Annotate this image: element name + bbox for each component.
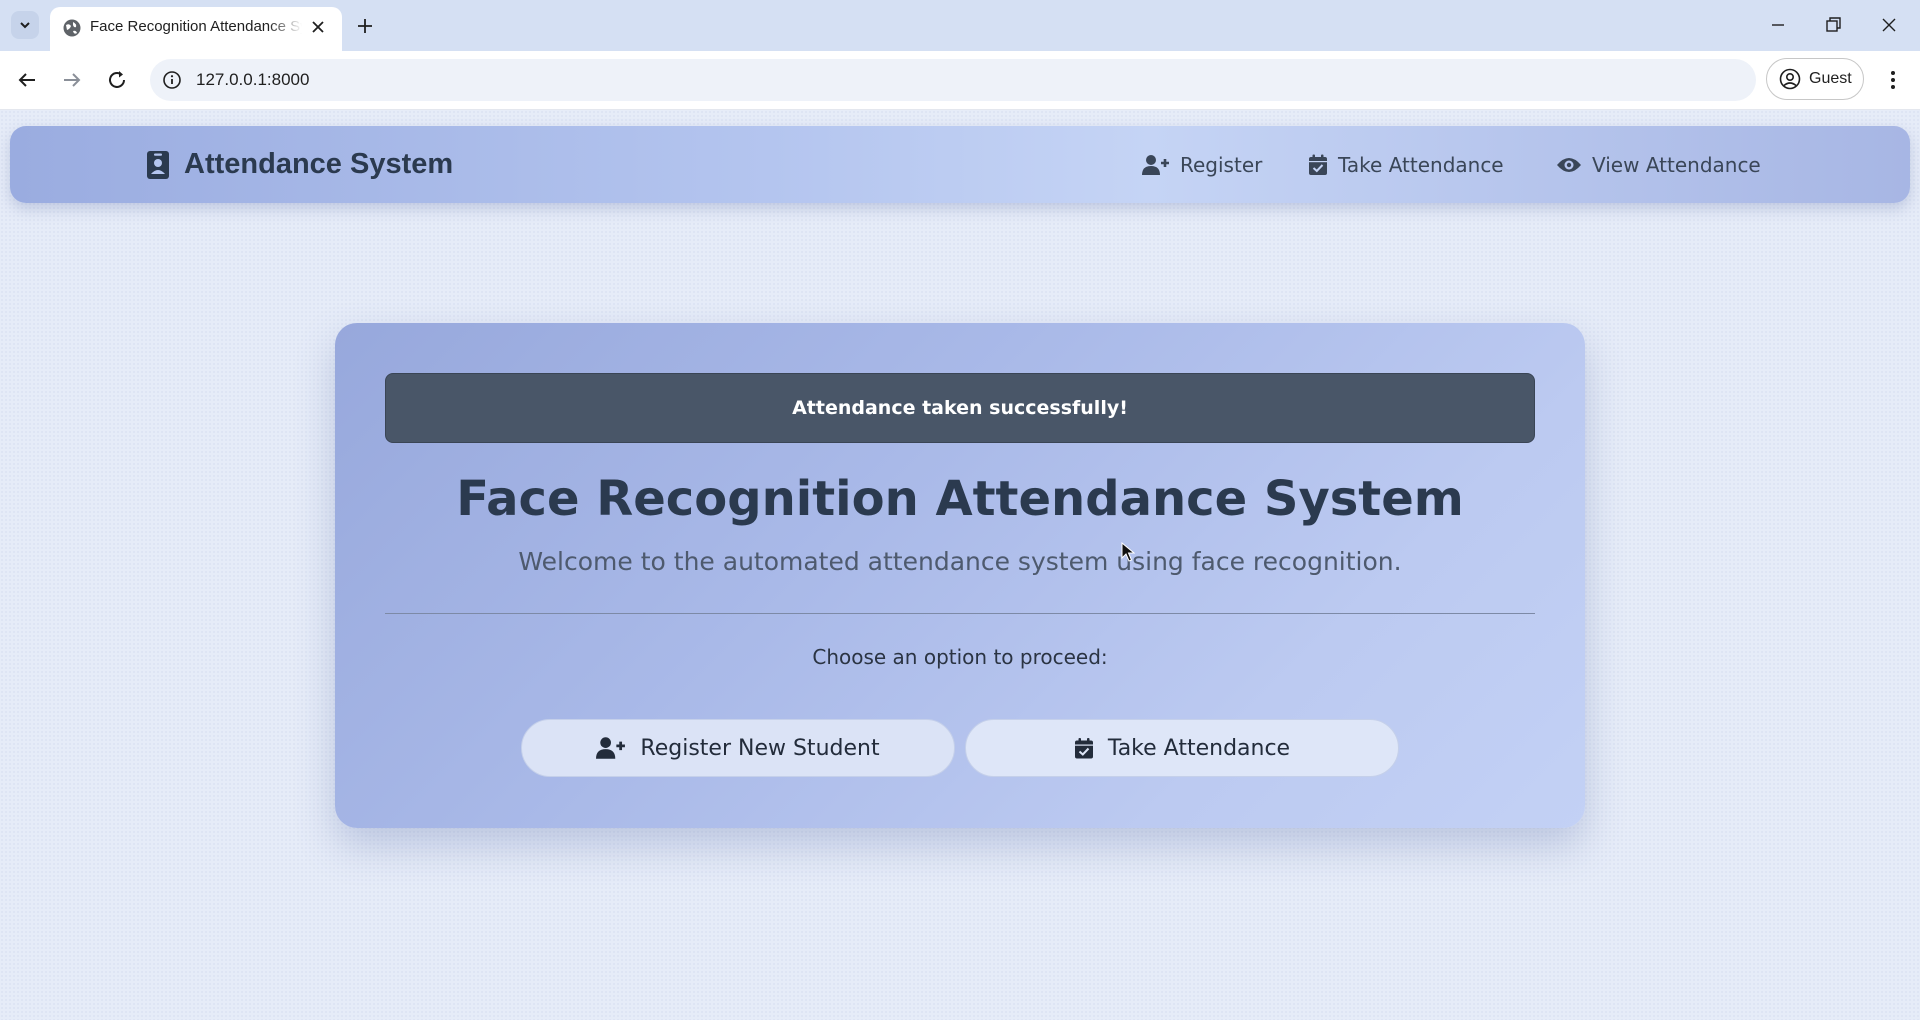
register-student-button[interactable]: Register New Student <box>521 719 955 777</box>
tab-title: Face Recognition Attendance System <box>90 18 302 35</box>
eye-icon <box>1557 157 1581 172</box>
info-icon[interactable] <box>162 70 182 90</box>
plus-icon[interactable] <box>354 15 376 37</box>
button-label: Take Attendance <box>1107 735 1291 761</box>
main-card: Attendance taken successfully! Face Reco… <box>335 323 1585 828</box>
page-body: Attendance System Register Take Attendan… <box>0 110 1920 1020</box>
user-plus-icon <box>596 737 626 759</box>
chevron-down-icon <box>20 22 30 29</box>
close-icon[interactable] <box>308 17 328 37</box>
page-title: Face Recognition Attendance System <box>456 471 1464 527</box>
user-plus-icon <box>1142 154 1169 175</box>
success-alert: Attendance taken successfully! <box>385 373 1535 443</box>
page-subtitle: Welcome to the automated attendance syst… <box>518 547 1402 576</box>
nav-label: Register <box>1180 152 1263 177</box>
reload-icon[interactable] <box>105 68 129 92</box>
nav-label: Take Attendance <box>1338 152 1504 177</box>
more-vertical-icon[interactable] <box>1881 68 1905 92</box>
browser-tab-active[interactable]: Face Recognition Attendance System <box>50 7 342 51</box>
nav-link-take-attendance[interactable]: Take Attendance <box>1308 126 1504 203</box>
profile-button[interactable]: Guest <box>1766 58 1864 100</box>
globe-icon <box>63 19 81 37</box>
mouse-cursor-icon <box>1121 542 1135 562</box>
options-prompt: Choose an option to proceed: <box>812 645 1108 669</box>
calendar-check-icon <box>1309 154 1327 175</box>
minimize-icon[interactable] <box>1767 14 1789 36</box>
divider <box>385 613 1535 614</box>
back-arrow-icon[interactable] <box>15 68 39 92</box>
restore-icon[interactable] <box>1822 14 1844 36</box>
top-navbar: Attendance System Register Take Attendan… <box>10 126 1910 203</box>
brand[interactable]: Attendance System <box>146 126 453 203</box>
close-window-icon[interactable] <box>1878 14 1900 36</box>
address-bar[interactable]: 127.0.0.1:8000 <box>150 59 1756 101</box>
brand-title: Attendance System <box>184 148 454 180</box>
nav-link-register[interactable]: Register <box>1142 126 1262 203</box>
calendar-check-icon <box>1074 737 1093 758</box>
profile-label: Guest <box>1809 70 1852 87</box>
nav-link-view-attendance[interactable]: View Attendance <box>1556 126 1761 203</box>
button-label: Register New Student <box>640 735 880 761</box>
tab-search-button[interactable] <box>11 11 39 39</box>
id-badge-icon <box>147 150 169 179</box>
user-circle-icon <box>1779 68 1801 90</box>
take-attendance-button[interactable]: Take Attendance <box>965 719 1399 777</box>
forward-arrow-icon[interactable] <box>60 68 84 92</box>
nav-label: View Attendance <box>1592 152 1761 177</box>
address-url: 127.0.0.1:8000 <box>196 70 310 89</box>
browser-tab-strip: Face Recognition Attendance System <box>0 0 1920 51</box>
browser-toolbar: 127.0.0.1:8000 Guest <box>0 51 1920 110</box>
